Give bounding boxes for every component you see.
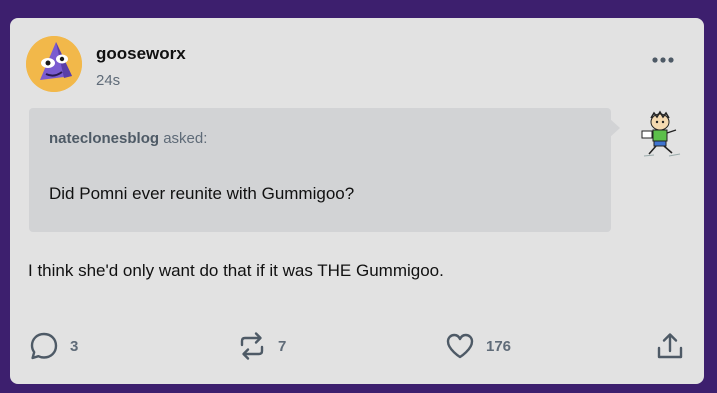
reply-button[interactable]: 3 xyxy=(28,330,78,362)
reply-bubble-icon xyxy=(28,330,60,362)
share-button[interactable] xyxy=(654,330,686,362)
blog-name[interactable]: gooseworx xyxy=(96,44,186,64)
asker-avatar[interactable] xyxy=(636,110,686,160)
like-button[interactable]: 176 xyxy=(444,330,511,362)
asked-label: asked: xyxy=(163,130,208,147)
ask-question: Did Pomni ever reunite with Gummigoo? xyxy=(49,184,355,203)
more-options-icon[interactable] xyxy=(650,52,680,68)
ask-box: nateclonesblog asked: Did Pomni ever reu… xyxy=(29,108,611,232)
post-timestamp[interactable]: 24s xyxy=(96,72,120,89)
reblog-count: 7 xyxy=(278,337,287,355)
ask-box-pointer xyxy=(609,118,620,138)
post-card: gooseworx 24s nateclonesblog asked: Did … xyxy=(10,18,704,384)
asker-line: nateclonesblog asked: xyxy=(49,130,207,147)
reblog-icon xyxy=(236,330,268,362)
share-icon xyxy=(654,330,686,362)
post-answer: I think she'd only want do that if it wa… xyxy=(28,261,444,280)
reply-count: 3 xyxy=(70,337,79,355)
blog-avatar[interactable] xyxy=(26,36,82,92)
like-count: 176 xyxy=(486,337,512,355)
asker-name[interactable]: nateclonesblog xyxy=(49,130,159,147)
heart-icon xyxy=(444,330,476,362)
reblog-button[interactable]: 7 xyxy=(236,330,286,362)
